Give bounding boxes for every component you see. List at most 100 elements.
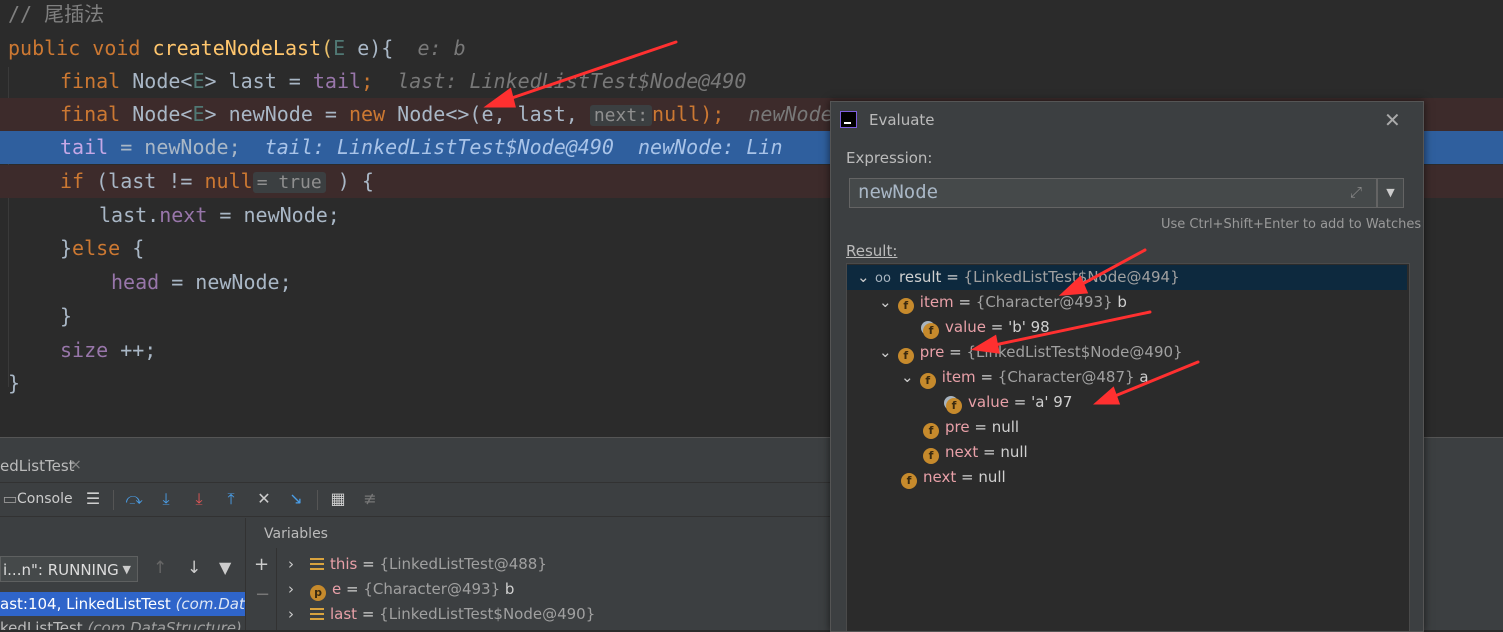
add-watch-icon[interactable]: + bbox=[254, 554, 269, 575]
tree-value: {Character@487} bbox=[997, 368, 1135, 386]
tree-row[interactable]: f next = null bbox=[847, 465, 1407, 490]
tree-tail: null bbox=[978, 468, 1006, 486]
equals: = bbox=[956, 468, 979, 486]
close-icon[interactable]: × bbox=[70, 457, 82, 473]
variables-sidebar: + − bbox=[246, 548, 277, 630]
toolbar-divider bbox=[317, 490, 318, 510]
keyword: else bbox=[72, 236, 121, 260]
tree-name: item bbox=[919, 293, 954, 311]
tree-row[interactable]: ⌄ f item = {Character@493} b bbox=[847, 290, 1407, 315]
comment-text: // 尾插法 bbox=[8, 2, 105, 26]
trace-icon[interactable]: ≢ bbox=[360, 489, 380, 509]
chevron-right-icon[interactable]: › bbox=[288, 577, 302, 602]
chevron-right-icon[interactable]: › bbox=[288, 602, 302, 627]
tree-row[interactable]: ⌄ f item = {Character@487} a bbox=[847, 365, 1407, 390]
step-into-icon[interactable]: ⤓ bbox=[156, 489, 176, 509]
code-text: (last != bbox=[84, 169, 205, 193]
frame-row[interactable]: kedListTest (com.DataStructure) bbox=[0, 616, 245, 630]
field-ref: tail bbox=[312, 69, 362, 93]
expression-input[interactable]: newNode ⤢ bbox=[849, 178, 1377, 208]
variable-row[interactable]: › this = {LinkedListTest@488} bbox=[288, 552, 547, 577]
method-name: createNodeLast bbox=[152, 36, 322, 60]
chevron-down-icon[interactable]: ⌄ bbox=[879, 340, 893, 365]
tree-row[interactable]: f value = 'b' 98 bbox=[847, 315, 1407, 340]
paren: ( bbox=[321, 36, 334, 60]
keyword: null bbox=[204, 169, 253, 193]
variable-tail: b bbox=[500, 580, 515, 598]
equals: = bbox=[975, 368, 998, 386]
variable-value: {Character@493} bbox=[363, 580, 501, 598]
filter-icon[interactable]: ▼ bbox=[219, 558, 231, 577]
tree-name: next bbox=[923, 468, 957, 486]
tree-row[interactable]: ⌄ f pre = {LinkedListTest$Node@490} bbox=[847, 340, 1407, 365]
menu-icon[interactable]: ☰ bbox=[83, 489, 103, 509]
object-icon bbox=[310, 608, 324, 620]
variable-name: this bbox=[330, 555, 358, 573]
variables-header: Variables bbox=[264, 526, 328, 542]
tree-tail: null bbox=[991, 418, 1020, 436]
intellij-logo-icon bbox=[840, 111, 857, 128]
field-ref: next bbox=[159, 203, 208, 227]
code-text: ); bbox=[700, 102, 725, 126]
code-text: Node< bbox=[120, 102, 193, 126]
field-icon: f bbox=[897, 348, 914, 364]
keyword: final bbox=[60, 102, 121, 126]
variable-name: last bbox=[330, 605, 358, 623]
tree-tail: a bbox=[1134, 368, 1149, 386]
step-out-icon[interactable]: ⤒ bbox=[221, 489, 241, 509]
chevron-down-icon[interactable]: ⌄ bbox=[901, 365, 915, 390]
debug-tab-bar: edListTest × bbox=[0, 448, 830, 483]
tree-tail: 'a' 97 bbox=[1031, 393, 1073, 411]
expand-icon[interactable]: ⤢ bbox=[1350, 183, 1362, 201]
tree-name: value bbox=[945, 318, 986, 336]
tree-name: value bbox=[968, 393, 1009, 411]
variable-row[interactable]: › p e = {Character@493} b bbox=[288, 577, 514, 602]
variable-row[interactable]: › last = {LinkedListTest$Node@490} bbox=[288, 602, 595, 627]
final-field-icon: f bbox=[923, 323, 939, 339]
frames-pane: i...n": RUNNING ▼ ↑ ↓ ▼ ast:104, LinkedL… bbox=[0, 518, 246, 630]
code-text: = newNode; bbox=[108, 135, 241, 159]
type-param: E bbox=[192, 102, 205, 126]
evaluate-expression-icon[interactable]: ▦ bbox=[328, 489, 348, 509]
thread-select[interactable]: i...n": RUNNING ▼ bbox=[0, 556, 138, 582]
inlay-hint: next: bbox=[589, 105, 653, 126]
chevron-down-icon[interactable]: ⌄ bbox=[879, 290, 893, 315]
field-ref: tail bbox=[60, 135, 109, 159]
inlay-hint: = true bbox=[252, 172, 326, 193]
chevron-right-icon[interactable]: › bbox=[288, 552, 302, 577]
expression-value: newNode bbox=[858, 181, 939, 203]
tree-name: item bbox=[941, 368, 976, 386]
result-tree: ⌄ oo result = {LinkedListTest$Node@494} ⌄ … bbox=[846, 263, 1410, 631]
run-to-cursor-icon[interactable]: ↘ bbox=[286, 489, 306, 509]
tree-row[interactable]: ⌄ oo result = {LinkedListTest$Node@494} bbox=[847, 265, 1407, 290]
equals: = bbox=[341, 580, 364, 598]
arrow-up-icon[interactable]: ↑ bbox=[153, 558, 167, 578]
watch-hint: Use Ctrl+Shift+Enter to add to Watches bbox=[1161, 217, 1422, 232]
debug-session-tab[interactable]: edListTest bbox=[0, 457, 75, 475]
code-text: = newNode; bbox=[207, 203, 340, 227]
console-tab[interactable]: Console bbox=[17, 491, 73, 507]
arrow-down-icon[interactable]: ↓ bbox=[187, 558, 201, 578]
code-line-2: final Node<E> last = tail; last: LinkedL… bbox=[0, 65, 1503, 98]
tree-value: {LinkedListTest$Node@490} bbox=[966, 343, 1183, 361]
tree-row[interactable]: f next = null bbox=[847, 440, 1407, 465]
dialog-title-bar[interactable]: Evaluate ✕ bbox=[831, 102, 1423, 136]
drop-frame-icon[interactable]: ✕ bbox=[254, 489, 274, 509]
history-dropdown-button[interactable]: ▼ bbox=[1377, 178, 1404, 208]
equals: = bbox=[1008, 393, 1032, 411]
code-text: ++; bbox=[108, 338, 157, 362]
code-text: > newNode = bbox=[204, 102, 350, 126]
code-text: = newNode; bbox=[159, 270, 292, 294]
tree-row[interactable]: f pre = null bbox=[847, 415, 1407, 440]
tree-value: {LinkedListTest$Node@494} bbox=[963, 268, 1180, 286]
code-text: } bbox=[60, 236, 73, 260]
close-icon[interactable]: ✕ bbox=[1384, 108, 1401, 132]
type-param: E bbox=[333, 36, 346, 60]
chevron-down-icon[interactable]: ⌄ bbox=[857, 265, 871, 290]
tree-name: pre bbox=[919, 343, 945, 361]
force-step-into-icon[interactable]: ⤓ bbox=[189, 489, 209, 509]
tree-row[interactable]: f value = 'a' 97 bbox=[847, 390, 1407, 415]
frame-row[interactable]: ast:104, LinkedListTest (com.Data... bbox=[0, 592, 245, 616]
step-over-icon[interactable]: ⤼ bbox=[124, 489, 144, 509]
remove-watch-icon[interactable]: − bbox=[255, 584, 270, 605]
